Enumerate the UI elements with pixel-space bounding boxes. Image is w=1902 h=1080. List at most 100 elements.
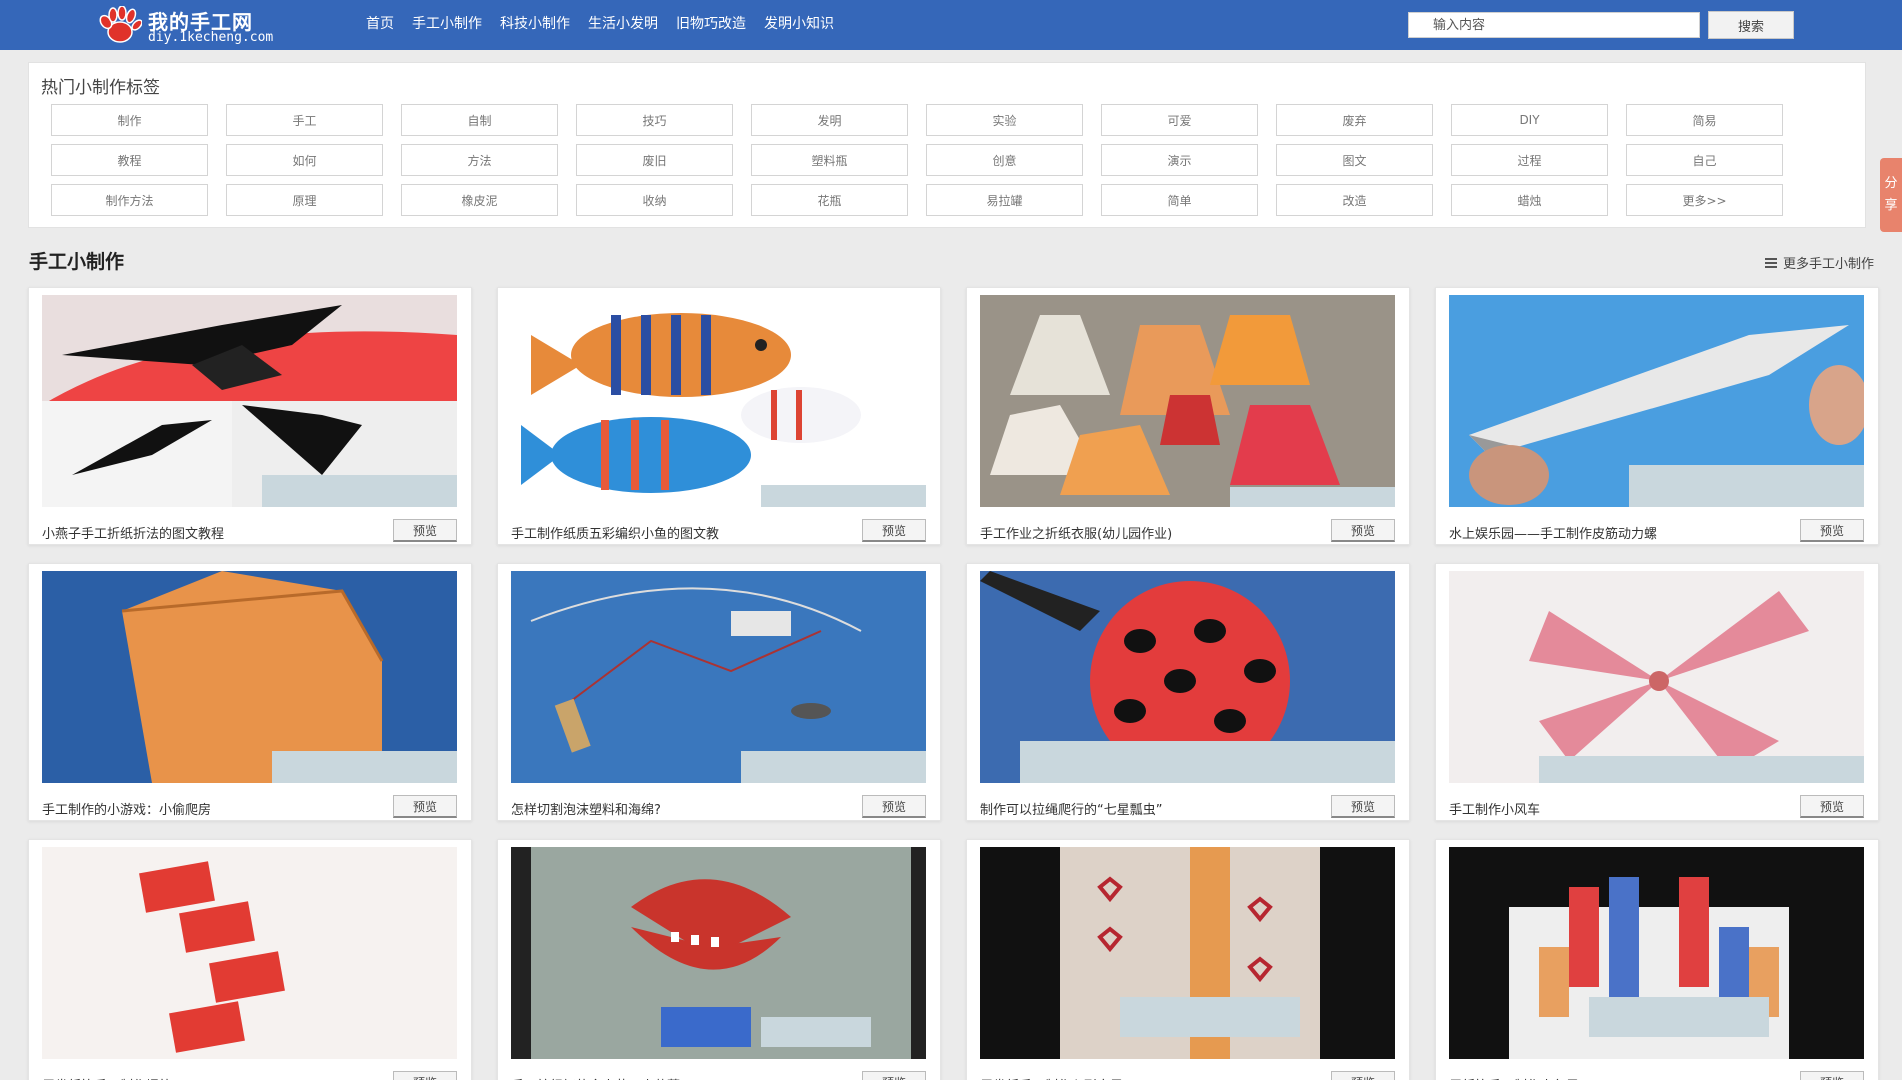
project-thumbnail[interactable] [511, 847, 926, 1059]
project-thumbnail[interactable] [511, 571, 926, 783]
project-card[interactable]: 水上娱乐园——手工制作皮筋动力螺 预览 [1435, 287, 1879, 545]
tag-item[interactable]: 手工 [226, 104, 383, 136]
list-icon [1764, 257, 1777, 268]
tag-item[interactable]: 简易 [1626, 104, 1783, 136]
tag-item[interactable]: 改造 [1276, 184, 1433, 216]
tag-item[interactable]: 收纳 [576, 184, 733, 216]
share-char-2: 享 [1884, 198, 1898, 213]
tag-item[interactable]: 制作 [51, 104, 208, 136]
tag-item[interactable]: 演示 [1101, 144, 1258, 176]
project-title[interactable]: 手工编织好的食人花，小草莓 [511, 1075, 841, 1080]
project-card[interactable]: 用卷纸手工制作心形窗子 预览 [966, 839, 1410, 1080]
share-tab[interactable]: 分 享 [1880, 158, 1902, 232]
project-title[interactable]: 制作可以拉绳爬行的“七星瓢虫” [980, 799, 1310, 818]
tag-item[interactable]: DIY [1451, 104, 1608, 136]
tag-item[interactable]: 制作方法 [51, 184, 208, 216]
preview-button[interactable]: 预览 [862, 519, 926, 542]
project-thumbnail[interactable] [980, 847, 1395, 1059]
tag-item[interactable]: 自己 [1626, 144, 1783, 176]
tag-item[interactable]: 易拉罐 [926, 184, 1083, 216]
handmade-card-grid: 小燕子手工折纸折法的图文教程 预览 手工制作纸质五彩编织小鱼的图文教 预览 手工作业之折… [28, 287, 1879, 1080]
nav-handmade[interactable]: 手工小制作 [412, 14, 482, 34]
tag-item[interactable]: 教程 [51, 144, 208, 176]
tag-item[interactable]: 自制 [401, 104, 558, 136]
project-thumbnail[interactable] [1449, 295, 1864, 507]
nav-home[interactable]: 首页 [366, 14, 394, 34]
nav-tech[interactable]: 科技小制作 [500, 14, 570, 34]
project-card[interactable]: 手工制作的小游戏：小偷爬房 预览 [28, 563, 472, 821]
site-logo[interactable]: 我的手工网 diy.1kecheng.com [98, 4, 338, 46]
hot-tags-panel: 热门小制作标签 制作 手工 自制 技巧 发明 实验 可爱 废弃 DIY 简易教程 如何 方法 废旧 塑料瓶… [28, 62, 1866, 228]
nav-knowledge[interactable]: 发明小知识 [764, 14, 834, 34]
project-title[interactable]: 水上娱乐园——手工制作皮筋动力螺 [1449, 523, 1779, 542]
more-link-label: 更多手工小制作 [1782, 257, 1874, 272]
project-card[interactable]: 用卷纸筒手工制作爆竹 预览 [28, 839, 472, 1080]
search-input[interactable] [1408, 12, 1700, 38]
tag-item[interactable]: 更多>> [1626, 184, 1783, 216]
project-title[interactable]: 手工作业之折纸衣服(幼儿园作业) [980, 523, 1310, 542]
project-thumbnail[interactable] [42, 571, 457, 783]
tag-item[interactable]: 橡皮泥 [401, 184, 558, 216]
more-handmade-link[interactable]: 更多手工小制作 [1764, 253, 1874, 272]
project-card[interactable]: 手工制作纸质五彩编织小鱼的图文教 预览 [497, 287, 941, 545]
preview-button[interactable]: 预览 [393, 1071, 457, 1080]
tag-item[interactable]: 发明 [751, 104, 908, 136]
project-title[interactable]: 怎样切割泡沫塑料和海绵? [511, 799, 841, 818]
preview-button[interactable]: 预览 [862, 795, 926, 818]
preview-button[interactable]: 预览 [862, 1071, 926, 1080]
tags-grid: 制作 手工 自制 技巧 发明 实验 可爱 废弃 DIY 简易教程 如何 方法 废旧 塑料瓶 创意 演示 图文 过程… [51, 104, 1783, 216]
project-title[interactable]: 小燕子手工折纸折法的图文教程 [42, 523, 372, 542]
share-char-1: 分 [1884, 176, 1898, 191]
tag-item[interactable]: 原理 [226, 184, 383, 216]
tag-item[interactable]: 蜡烛 [1451, 184, 1608, 216]
project-card[interactable]: 用纸筒手工制作小兔子 预览 [1435, 839, 1879, 1080]
project-thumbnail[interactable] [42, 847, 457, 1059]
project-card[interactable]: 小燕子手工折纸折法的图文教程 预览 [28, 287, 472, 545]
tag-item[interactable]: 可爱 [1101, 104, 1258, 136]
preview-button[interactable]: 预览 [1331, 519, 1395, 542]
project-card[interactable]: 手工制作小风车 预览 [1435, 563, 1879, 821]
nav-recycle[interactable]: 旧物巧改造 [676, 14, 746, 34]
preview-button[interactable]: 预览 [393, 795, 457, 818]
tag-item[interactable]: 创意 [926, 144, 1083, 176]
project-thumbnail[interactable] [42, 295, 457, 507]
preview-button[interactable]: 预览 [1800, 519, 1864, 542]
nav-life-inventions[interactable]: 生活小发明 [588, 14, 658, 34]
project-title[interactable]: 手工制作的小游戏：小偷爬房 [42, 799, 372, 818]
tag-item[interactable]: 技巧 [576, 104, 733, 136]
project-thumbnail[interactable] [511, 295, 926, 507]
tag-item[interactable]: 废弃 [1276, 104, 1433, 136]
project-title[interactable]: 用纸筒手工制作小兔子 [1449, 1075, 1779, 1080]
project-thumbnail[interactable] [1449, 847, 1864, 1059]
tag-item[interactable]: 过程 [1451, 144, 1608, 176]
project-card[interactable]: 手工编织好的食人花，小草莓 预览 [497, 839, 941, 1080]
project-title[interactable]: 手工制作小风车 [1449, 799, 1779, 818]
search-button[interactable]: 搜索 [1708, 11, 1794, 39]
tag-item[interactable]: 图文 [1276, 144, 1433, 176]
project-thumbnail[interactable] [980, 571, 1395, 783]
tag-item[interactable]: 方法 [401, 144, 558, 176]
tag-item[interactable]: 实验 [926, 104, 1083, 136]
project-thumbnail[interactable] [1449, 571, 1864, 783]
project-title[interactable]: 用卷纸手工制作心形窗子 [980, 1075, 1310, 1080]
main-nav: 首页 手工小制作 科技小制作 生活小发明 旧物巧改造 发明小知识 [366, 14, 852, 34]
project-thumbnail[interactable] [980, 295, 1395, 507]
tags-title: 热门小制作标签 [41, 78, 160, 98]
preview-button[interactable]: 预览 [1800, 1071, 1864, 1080]
top-navbar: 我的手工网 diy.1kecheng.com 首页 手工小制作 科技小制作 生活… [0, 0, 1902, 50]
tag-item[interactable]: 如何 [226, 144, 383, 176]
project-card[interactable]: 手工作业之折纸衣服(幼儿园作业) 预览 [966, 287, 1410, 545]
tag-item[interactable]: 废旧 [576, 144, 733, 176]
tag-item[interactable]: 塑料瓶 [751, 144, 908, 176]
preview-button[interactable]: 预览 [1331, 1071, 1395, 1080]
preview-button[interactable]: 预览 [1331, 795, 1395, 818]
project-title[interactable]: 手工制作纸质五彩编织小鱼的图文教 [511, 523, 841, 542]
project-card[interactable]: 制作可以拉绳爬行的“七星瓢虫” 预览 [966, 563, 1410, 821]
tag-item[interactable]: 简单 [1101, 184, 1258, 216]
project-title[interactable]: 用卷纸筒手工制作爆竹 [42, 1075, 372, 1080]
tag-item[interactable]: 花瓶 [751, 184, 908, 216]
project-card[interactable]: 怎样切割泡沫塑料和海绵? 预览 [497, 563, 941, 821]
preview-button[interactable]: 预览 [1800, 795, 1864, 818]
preview-button[interactable]: 预览 [393, 519, 457, 542]
logo-subtitle: diy.1kecheng.com [148, 30, 274, 45]
